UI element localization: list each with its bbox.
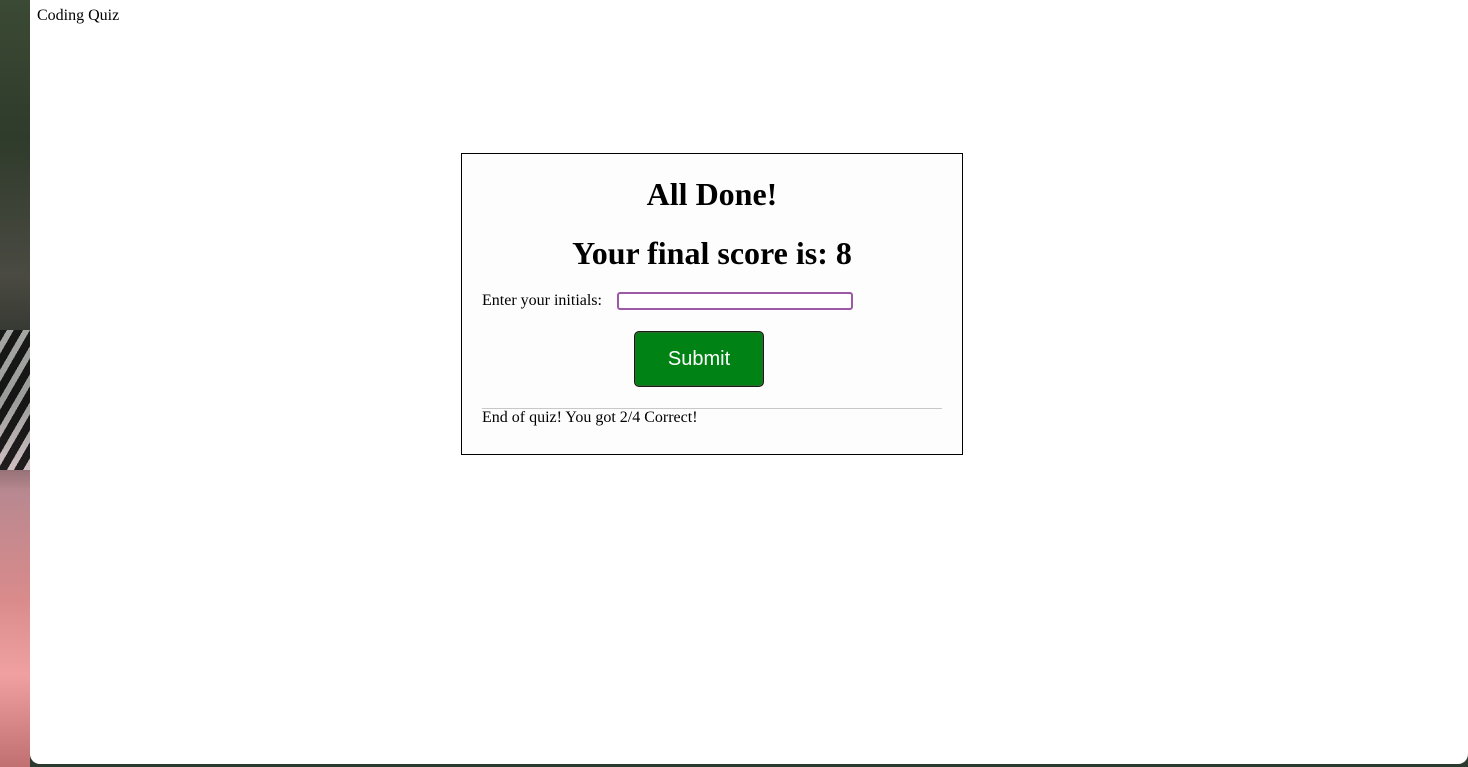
- final-score-heading: Your final score is: 8: [572, 235, 852, 271]
- submit-button[interactable]: Submit: [634, 331, 764, 387]
- initials-row: Enter your initials:: [482, 292, 853, 310]
- app-title: Coding Quiz: [37, 7, 120, 24]
- initials-input[interactable]: [616, 292, 853, 310]
- quiz-results-card: All Done! Your final score is: 8 Enter y…: [461, 153, 963, 455]
- quiz-result-message: End of quiz! You got 2/4 Correct!: [482, 409, 698, 426]
- desktop-background: [0, 0, 30, 767]
- all-done-heading: All Done!: [646, 176, 778, 212]
- browser-page: Coding Quiz All Done! Your final score i…: [30, 0, 1468, 764]
- initials-label: Enter your initials:: [482, 292, 602, 309]
